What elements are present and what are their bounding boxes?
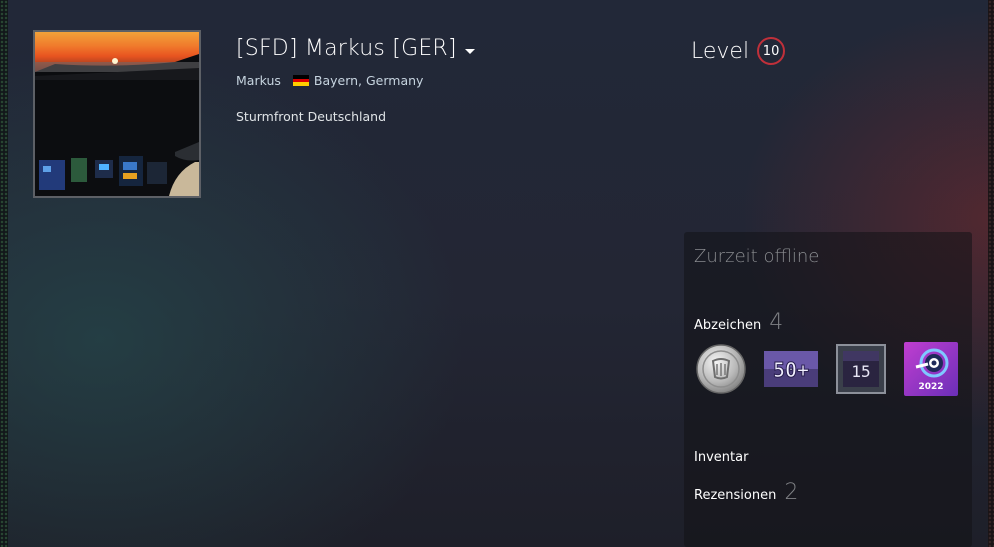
svg-text:15: 15 [851,362,870,381]
germany-flag-icon [292,75,309,87]
svg-text:2022: 2022 [918,382,943,392]
profile-sidebar-panel: Zurzeit offline Abzeichen 4 50+ 15 2022 … [684,232,972,547]
cockpit-sunset-image [35,32,199,196]
location: Bayern, Germany [313,73,424,88]
years-of-service-15-badge-icon[interactable]: 15 [834,342,888,396]
reviews-count: 2 [784,480,799,505]
inventory-label: Inventar [694,450,749,465]
steam-replay-2022-badge-icon[interactable]: 2022 [904,342,958,396]
profile-summary: Sturmfront Deutschland [236,109,386,124]
reviews-link[interactable]: Rezensionen 2 [694,480,798,505]
profile-avatar[interactable] [33,30,201,198]
badges-count: 4 [769,310,784,335]
name-history-dropdown-icon[interactable] [464,49,475,54]
persona-name: [SFD] Markus [GER] [236,36,457,61]
silver-coin-badge-icon[interactable] [694,342,748,396]
svg-text:50+: 50+ [773,358,809,382]
profile-meta-row: Markus Bayern, Germany [236,73,423,88]
badges-label: Abzeichen [694,318,762,333]
level-label: Level [691,38,750,64]
badge-list: 50+ 15 2022 [694,342,958,396]
badges-link[interactable]: Abzeichen 4 [694,310,783,335]
real-name: Markus [236,73,281,88]
online-status: Zurzeit offline [694,246,820,267]
inventory-link[interactable]: Inventar [694,450,748,465]
profile-level: Level 10 [691,37,786,65]
games-50-plus-badge-icon[interactable]: 50+ [764,342,818,396]
page-right-edge [988,0,994,547]
page-left-edge [0,0,8,547]
reviews-label: Rezensionen [694,488,777,503]
level-badge[interactable]: 10 [757,37,786,65]
persona-name-row: [SFD] Markus [GER] [236,36,475,61]
